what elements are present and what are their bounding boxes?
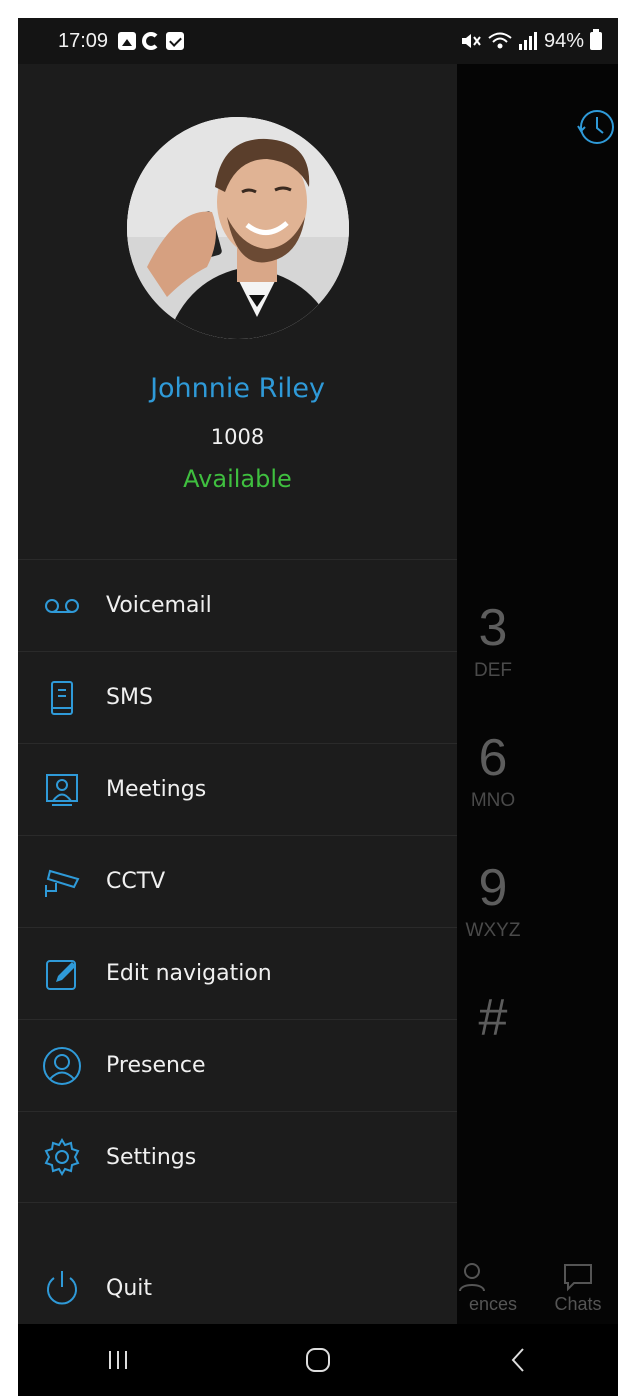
menu-item-label: Meetings [106,777,207,802]
recents-button[interactable] [88,1335,148,1385]
phone-screen: 17:09 94% 3 DEF 6 MNO 9 WXYZ # ences Cha… [18,18,618,1396]
status-right: 94% [460,29,602,53]
tab-label: ences [468,1294,518,1314]
google-icon [142,32,161,50]
power-icon [40,1266,84,1310]
menu-item-label: Presence [106,1053,206,1078]
home-icon [306,1348,330,1372]
menu-item-settings[interactable]: Settings [18,1111,457,1203]
menu-item-voicemail[interactable]: Voicemail [18,559,457,651]
tab-presences[interactable]: ences [458,1262,528,1315]
status-time: 17:09 [58,29,109,52]
user-extension: 1008 [210,425,265,449]
tab-label: Chats [554,1294,602,1314]
tab-chats[interactable]: Chats [548,1262,608,1315]
battery-percent: 94% [543,29,584,52]
avatar[interactable] [127,117,349,339]
drawer-menu: Voicemail SMS Meetings CCTV Edit navigat… [18,559,457,1203]
cctv-icon [40,860,84,904]
menu-item-label: Edit navigation [106,961,272,986]
back-button[interactable] [488,1335,548,1385]
menu-item-label: CCTV [106,869,166,894]
wifi-icon [488,32,512,49]
quit-button[interactable]: Quit [18,1252,457,1324]
status-bar: 17:09 94% [18,18,618,64]
history-icon[interactable] [576,106,616,146]
system-nav-bar [18,1324,618,1396]
quit-label: Quit [106,1275,152,1301]
menu-item-edit-navigation[interactable]: Edit navigation [18,927,457,1019]
home-button[interactable] [288,1335,348,1385]
person-icon [459,1263,485,1292]
edit-icon [40,952,84,996]
avatar-photo [127,117,349,339]
battery-icon [590,29,602,50]
menu-item-label: Settings [106,1144,197,1170]
menu-item-label: Voicemail [106,593,212,618]
sms-icon [40,676,84,720]
gallery-icon [118,32,137,50]
signal-icon [518,32,537,50]
chat-icon [564,1264,592,1292]
menu-item-sms[interactable]: SMS [18,651,457,743]
user-status[interactable]: Available [18,465,457,493]
mute-icon [461,34,481,48]
menu-item-presence[interactable]: Presence [18,1019,457,1111]
presence-icon [40,1044,84,1088]
recents-icon [109,1351,127,1369]
navigation-drawer: Johnnie Riley 1008 Available Voicemail S… [18,64,457,1324]
check-icon [166,32,185,50]
meetings-icon [40,768,84,812]
menu-item-meetings[interactable]: Meetings [18,743,457,835]
voicemail-icon [40,584,84,628]
menu-item-label: SMS [106,685,153,710]
user-name: Johnnie Riley [150,373,325,404]
settings-icon [40,1135,84,1179]
back-icon [511,1348,524,1372]
menu-item-cctv[interactable]: CCTV [18,835,457,927]
